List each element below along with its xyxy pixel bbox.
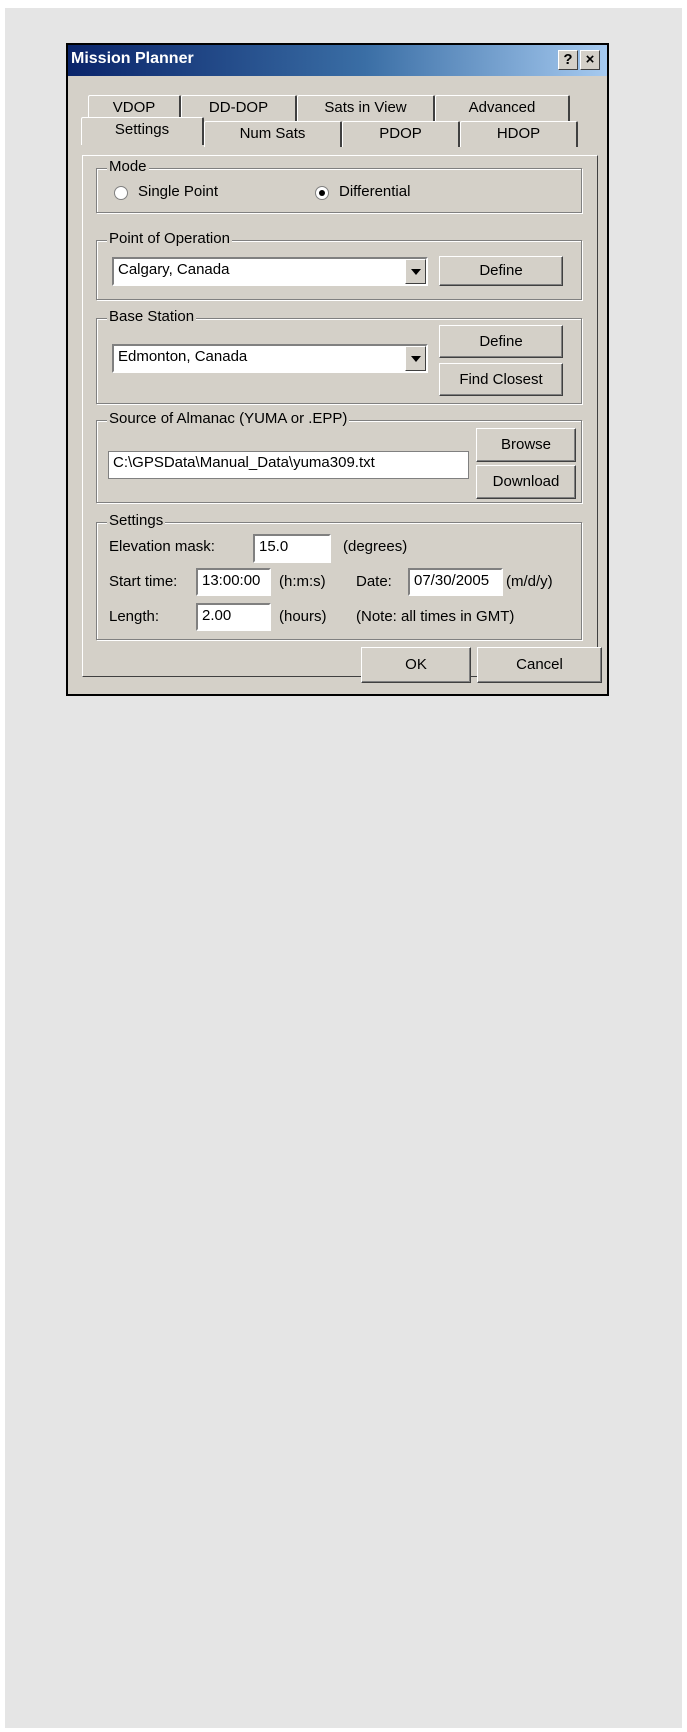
find-closest-button[interactable]: Find Closest	[439, 363, 563, 396]
point-of-operation-value: Calgary, Canada	[118, 261, 230, 278]
start-time-label: Start time:	[109, 573, 178, 590]
base-station-combo[interactable]: Edmonton, Canada	[112, 344, 428, 373]
point-of-operation-group: Point of Operation Calgary, Canada Defin…	[96, 230, 582, 300]
single-point-radio[interactable]	[114, 186, 128, 200]
elevation-unit: (degrees)	[343, 538, 408, 555]
mode-group-label: Mode	[107, 158, 149, 175]
gmt-note: (Note: all times in GMT)	[356, 608, 515, 625]
browse-button[interactable]: Browse	[476, 428, 576, 462]
help-icon[interactable]: ?	[558, 50, 578, 70]
almanac-group-label: Source of Almanac (YUMA or .EPP)	[107, 410, 350, 427]
settings-tab-panel: Mode Single Point Differential Point of …	[82, 155, 598, 677]
base-define-button[interactable]: Define	[439, 325, 563, 358]
single-point-label: Single Point	[138, 183, 219, 200]
settings-group: Settings Elevation mask: 15.0 (degrees) …	[96, 512, 582, 640]
title-bar[interactable]: Mission Planner ? ×	[68, 45, 607, 76]
almanac-path-field[interactable]: C:\GPSData\Manual_Data\yuma309.txt	[108, 451, 469, 479]
tab-hdop[interactable]: HDOP	[460, 121, 578, 147]
cancel-button[interactable]: Cancel	[477, 647, 602, 683]
mode-group: Mode Single Point Differential	[96, 158, 582, 213]
length-label: Length:	[109, 608, 160, 625]
start-time-unit: (h:m:s)	[279, 573, 326, 590]
settings-group-label: Settings	[107, 512, 166, 529]
differential-label: Differential	[339, 183, 411, 200]
tab-sats-in-view[interactable]: Sats in View	[297, 95, 435, 121]
start-time-input[interactable]: 13:00:00	[196, 568, 271, 596]
ok-button[interactable]: OK	[361, 647, 471, 683]
differential-radio[interactable]	[315, 186, 329, 200]
point-define-button[interactable]: Define	[439, 256, 563, 286]
window-title: Mission Planner	[71, 50, 194, 67]
date-input[interactable]: 07/30/2005	[408, 568, 503, 596]
close-icon[interactable]: ×	[580, 50, 600, 70]
tab-pdop[interactable]: PDOP	[342, 121, 460, 147]
download-button[interactable]: Download	[476, 465, 576, 499]
point-of-operation-label: Point of Operation	[107, 230, 232, 247]
base-station-group: Base Station Edmonton, Canada Define Fin…	[96, 308, 582, 404]
tab-advanced[interactable]: Advanced	[435, 95, 570, 121]
date-label: Date:	[356, 573, 392, 590]
base-station-label: Base Station	[107, 308, 197, 325]
chevron-down-icon[interactable]	[405, 259, 426, 284]
tab-num-sats[interactable]: Num Sats	[204, 121, 342, 147]
tab-settings[interactable]: Settings	[81, 117, 204, 145]
chevron-down-icon[interactable]	[405, 346, 426, 371]
length-unit: (hours)	[279, 608, 327, 625]
length-input[interactable]: 2.00	[196, 603, 271, 631]
elevation-mask-input[interactable]: 15.0	[253, 534, 331, 563]
almanac-group: Source of Almanac (YUMA or .EPP) C:\GPSD…	[96, 410, 582, 503]
date-unit: (m/d/y)	[506, 573, 553, 590]
mission-planner-dialog: Mission Planner ? × VDOP DD-DOP Sats in …	[66, 43, 609, 696]
point-of-operation-combo[interactable]: Calgary, Canada	[112, 257, 428, 286]
elevation-mask-label: Elevation mask:	[109, 538, 215, 555]
base-station-value: Edmonton, Canada	[118, 348, 248, 365]
